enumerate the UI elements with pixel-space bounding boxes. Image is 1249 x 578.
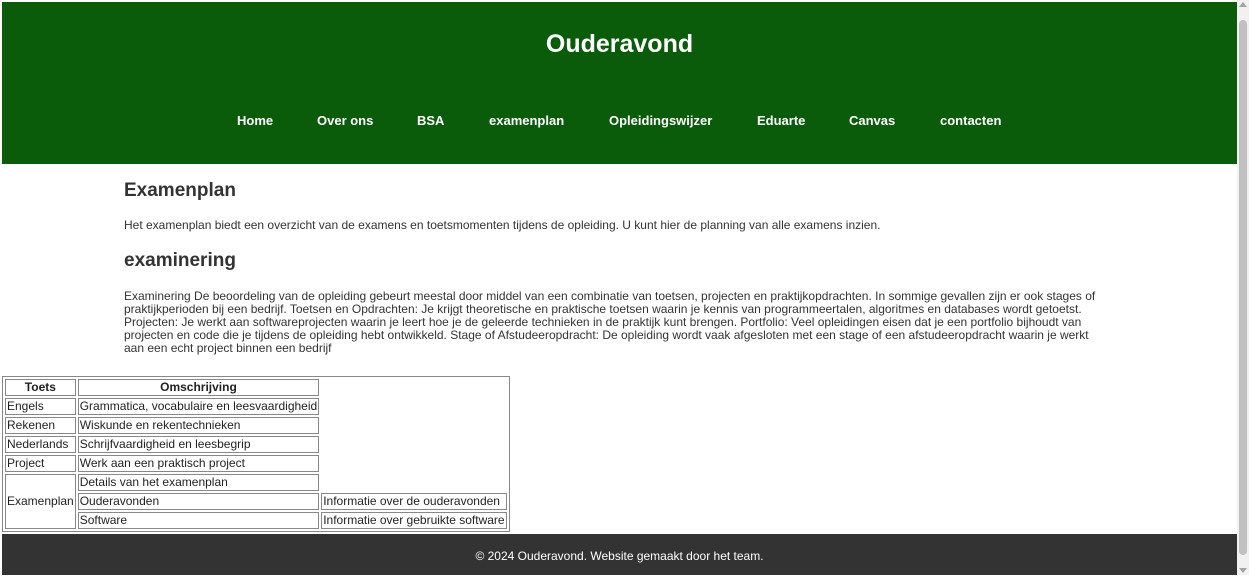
examinering-text: Examinering De beoordeling van de opleid… — [124, 289, 1096, 355]
table-cell-omschrijving: Grammatica, vocabulaire en leesvaardighe… — [77, 398, 320, 415]
page: Ouderavond Home Over ons BSA examenplan … — [0, 0, 1237, 575]
nav-contacten[interactable]: contacten — [940, 113, 1001, 128]
table-cell-omschrijving: Wiskunde en rekentechnieken — [77, 417, 320, 434]
table-cell-omschrijving: Details van het examenplan — [77, 474, 320, 491]
scroll-up-arrow-icon[interactable] — [1239, 2, 1247, 7]
nav-eduarte[interactable]: Eduarte — [757, 113, 805, 128]
empty-cell — [321, 398, 506, 415]
empty-cell — [321, 379, 506, 396]
footer-text: © 2024 Ouderavond. Website gemaakt door … — [475, 549, 764, 563]
table-header-row: Toets Omschrijving — [5, 379, 507, 396]
nav-canvas[interactable]: Canvas — [849, 113, 895, 128]
table-cell-omschrijving: Schrijfvaardigheid en leesbegrip — [77, 436, 320, 453]
table-cell-info: Informatie over de ouderavonden — [321, 493, 507, 510]
table-row: Ouderavonden Informatie over de ouderavo… — [5, 493, 507, 510]
examinering-heading: examinering — [124, 250, 236, 271]
nav-home[interactable]: Home — [237, 113, 273, 128]
empty-cell — [321, 417, 506, 434]
scroll-down-arrow-icon[interactable] — [1239, 568, 1247, 573]
empty-cell — [321, 455, 506, 472]
table-cell-omschrijving: Software — [77, 512, 320, 529]
table-row: Software Informatie over gebruikte softw… — [5, 512, 507, 529]
table-cell-omschrijving: Werk aan een praktisch project — [77, 455, 320, 472]
table-row: Engels Grammatica, vocabulaire en leesva… — [5, 398, 507, 415]
column-header-toets: Toets — [5, 379, 76, 396]
table-row: Examenplan Details van het examenplan — [5, 474, 507, 529]
exam-table: Toets Omschrijving Engels Grammatica, vo… — [2, 376, 510, 532]
site-footer: © 2024 Ouderavond. Website gemaakt door … — [2, 534, 1237, 575]
table-cell-toets: Engels — [5, 398, 76, 415]
empty-cell — [321, 436, 506, 453]
table-cell-info: Informatie over gebruikte software — [321, 512, 507, 529]
table-cell-omschrijving: Ouderavonden — [77, 493, 320, 510]
table-cell-toets: Project — [5, 455, 76, 472]
vertical-scrollbar[interactable] — [1237, 0, 1249, 575]
examenplan-heading: Examenplan — [124, 180, 236, 201]
empty-cell — [321, 474, 506, 491]
main-nav: Home Over ons BSA examenplan Opleidingsw… — [2, 113, 1237, 133]
table-row: Nederlands Schrijfvaardigheid en leesbeg… — [5, 436, 507, 453]
column-header-omschrijving: Omschrijving — [77, 379, 320, 396]
table-row: Rekenen Wiskunde en rekentechnieken — [5, 417, 507, 434]
table-cell-toets: Rekenen — [5, 417, 76, 434]
table-cell-examenplan: Examenplan — [5, 474, 76, 529]
nav-examenplan[interactable]: examenplan — [489, 113, 564, 128]
table-cell-toets: Nederlands — [5, 436, 76, 453]
site-title: Ouderavond — [545, 30, 694, 58]
examenplan-intro: Het examenplan biedt een overzicht van d… — [124, 218, 881, 232]
nav-bsa[interactable]: BSA — [417, 113, 444, 128]
scroll-thumb[interactable] — [1239, 20, 1247, 555]
nav-over-ons[interactable]: Over ons — [317, 113, 373, 128]
nav-opleidingswijzer[interactable]: Opleidingswijzer — [609, 113, 712, 128]
site-header: Ouderavond Home Over ons BSA examenplan … — [2, 2, 1237, 164]
table-row: Project Werk aan een praktisch project — [5, 455, 507, 472]
